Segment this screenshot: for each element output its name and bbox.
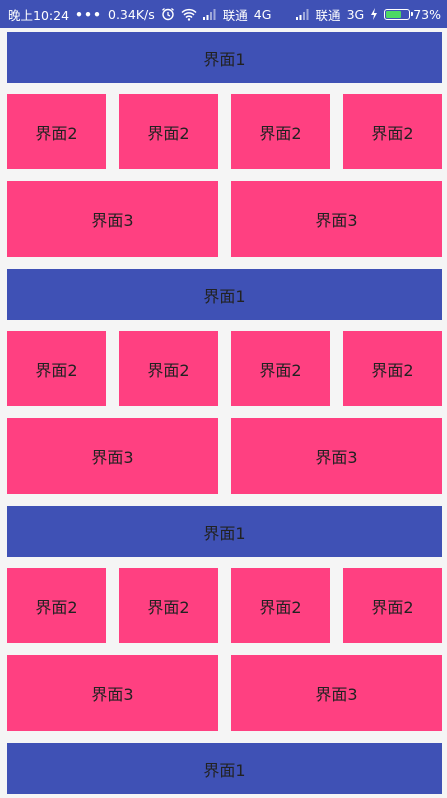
carrier-1-label: 联通	[222, 7, 248, 23]
network-type-2: 3G	[346, 6, 365, 22]
tile-screen-1[interactable]: 界面1	[7, 506, 442, 557]
more-notifications-icon: •••	[75, 6, 102, 22]
tile-screen-2[interactable]: 界面2	[343, 94, 442, 169]
tile-screen-3[interactable]: 界面3	[7, 181, 218, 257]
tile-screen-1[interactable]: 界面1	[7, 32, 442, 83]
tile-screen-2[interactable]: 界面2	[343, 568, 442, 643]
tile-screen-1[interactable]: 界面1	[7, 743, 442, 794]
signal-icon	[295, 8, 310, 20]
status-time: 晚上10:24	[8, 7, 70, 23]
tile-screen-2[interactable]: 界面2	[231, 331, 330, 406]
tile-screen-2[interactable]: 界面2	[231, 94, 330, 169]
network-type-1: 4G	[253, 6, 272, 22]
wifi-icon	[181, 8, 197, 21]
network-speed: 0.34K/s	[108, 6, 155, 22]
charging-icon	[370, 8, 378, 20]
tile-screen-2[interactable]: 界面2	[231, 568, 330, 643]
tile-screen-2[interactable]: 界面2	[7, 331, 106, 406]
tile-screen-2[interactable]: 界面2	[7, 94, 106, 169]
status-bar: 晚上10:24 ••• 0.34K/s 联通 4G 联通 3G 73%	[0, 0, 447, 28]
battery-level	[386, 10, 402, 18]
tile-screen-1[interactable]: 界面1	[7, 269, 442, 320]
tile-screen-2[interactable]: 界面2	[119, 94, 218, 169]
tile-screen-2[interactable]: 界面2	[7, 568, 106, 643]
tile-screen-3[interactable]: 界面3	[7, 655, 218, 731]
battery-percent: 73%	[413, 6, 441, 22]
carrier-2-label: 联通	[315, 7, 341, 23]
tile-screen-3[interactable]: 界面3	[231, 655, 442, 731]
battery-icon	[384, 8, 414, 20]
alarm-icon	[161, 7, 175, 21]
tile-screen-3[interactable]: 界面3	[231, 181, 442, 257]
tile-screen-2[interactable]: 界面2	[343, 331, 442, 406]
signal-icon	[202, 8, 217, 20]
tile-screen-2[interactable]: 界面2	[119, 568, 218, 643]
tile-screen-3[interactable]: 界面3	[231, 418, 442, 494]
tile-screen-3[interactable]: 界面3	[7, 418, 218, 494]
tile-screen-2[interactable]: 界面2	[119, 331, 218, 406]
